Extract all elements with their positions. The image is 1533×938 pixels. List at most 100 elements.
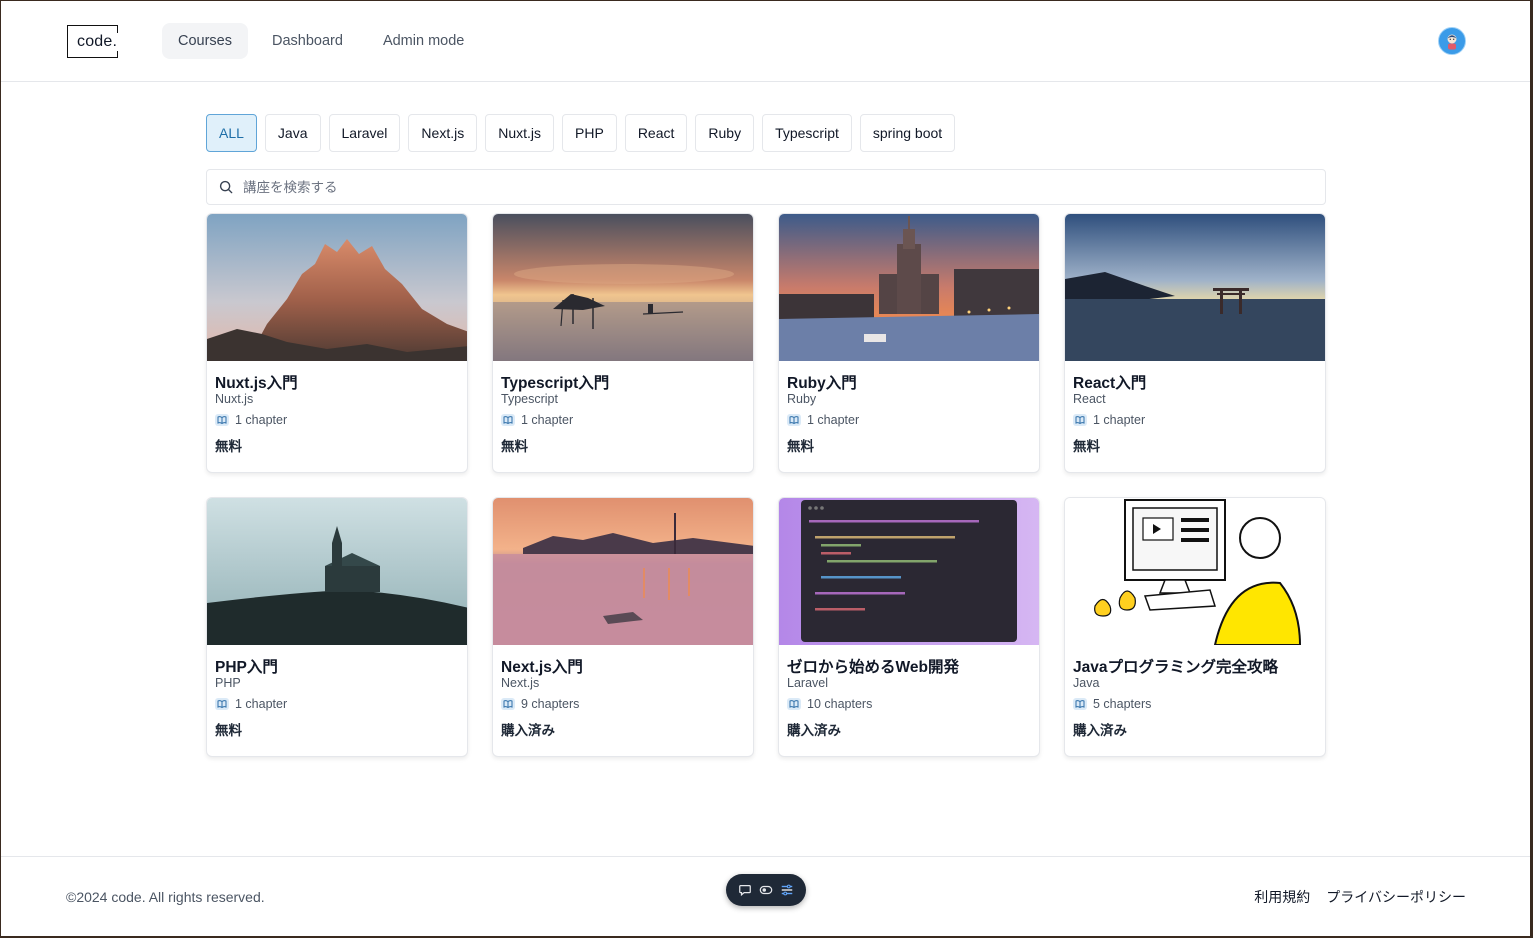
filter-java[interactable]: Java <box>264 114 321 152</box>
course-title: Javaプログラミング完全攻略 <box>1073 659 1278 676</box>
app-window: code. Courses Dashboard Admin mode ALL J… <box>1 1 1530 936</box>
course-card[interactable]: Javaプログラミング完全攻略 Java 5 chapters 購入済み <box>1064 497 1326 757</box>
toggle-icon[interactable] <box>759 883 773 897</box>
course-title: Ruby入門 <box>787 375 857 392</box>
course-price: 無料 <box>787 439 814 454</box>
search-icon <box>219 180 233 194</box>
filter-laravel[interactable]: Laravel <box>328 114 401 152</box>
course-title: Next.js入門 <box>501 659 583 676</box>
course-thumbnail-torii-sea <box>1065 214 1325 361</box>
course-category: Next.js <box>501 676 540 690</box>
nav-courses[interactable]: Courses <box>162 23 248 59</box>
filter-php[interactable]: PHP <box>562 114 617 152</box>
course-card[interactable]: React入門 React 1 chapter 無料 <box>1064 213 1326 473</box>
course-card-body: Typescript入門 Typescript 1 chapter 無料 <box>493 361 753 455</box>
course-category: Laravel <box>787 676 828 690</box>
book-icon <box>215 414 229 426</box>
search-input[interactable] <box>243 179 1243 195</box>
book-icon <box>1073 414 1087 426</box>
site-logo[interactable]: code. <box>67 24 119 58</box>
course-chapters: 10 chapters <box>787 694 1031 714</box>
book-icon <box>215 698 229 710</box>
chapter-count: 1 chapter <box>235 413 288 427</box>
course-card-body: ゼロから始めるWeb開発 Laravel 10 chapters 購入済み <box>779 645 1039 739</box>
course-price: 購入済み <box>1073 723 1127 738</box>
footer-links: 利用規約 プライバシーポリシー <box>1254 887 1466 907</box>
course-card-body: PHP入門 PHP 1 chapter 無料 <box>207 645 467 739</box>
course-grid: Nuxt.js入門 Nuxt.js 1 chapter 無料 Typescrip… <box>206 213 1327 757</box>
course-price: 購入済み <box>787 723 841 738</box>
nav-admin-mode[interactable]: Admin mode <box>367 23 480 59</box>
course-category: Nuxt.js <box>215 392 254 406</box>
course-card-body: Next.js入門 Next.js 9 chapters 購入済み <box>493 645 753 739</box>
course-category: React <box>1073 392 1106 406</box>
filter-nextjs[interactable]: Next.js <box>408 114 478 152</box>
filter-all[interactable]: ALL <box>206 114 257 152</box>
course-chapters: 1 chapter <box>215 410 459 430</box>
book-icon <box>787 698 801 710</box>
course-search-bar[interactable] <box>206 169 1326 205</box>
course-category: PHP <box>215 676 241 690</box>
course-thumbnail-pink-lake <box>493 498 753 645</box>
course-card[interactable]: ゼロから始めるWeb開発 Laravel 10 chapters 購入済み <box>778 497 1040 757</box>
logo-text: code. <box>77 32 119 51</box>
course-title: React入門 <box>1073 375 1147 392</box>
course-card[interactable]: PHP入門 PHP 1 chapter 無料 <box>206 497 468 757</box>
course-card[interactable]: Next.js入門 Next.js 9 chapters 購入済み <box>492 497 754 757</box>
user-avatar[interactable] <box>1438 27 1466 55</box>
filter-spring-boot[interactable]: spring boot <box>859 114 956 152</box>
privacy-policy-link[interactable]: プライバシーポリシー <box>1326 887 1466 907</box>
course-chapters: 1 chapter <box>501 410 745 430</box>
chat-bubble-icon[interactable] <box>738 883 752 897</box>
course-title: Typescript入門 <box>501 375 610 392</box>
course-card-body: Nuxt.js入門 Nuxt.js 1 chapter 無料 <box>207 361 467 455</box>
course-price: 購入済み <box>501 723 555 738</box>
course-chapters: 1 chapter <box>787 410 1031 430</box>
avatar-icon <box>1447 34 1457 50</box>
course-thumbnail-lake-sunset <box>493 214 753 361</box>
filter-typescript[interactable]: Typescript <box>762 114 852 152</box>
course-category: Java <box>1073 676 1100 690</box>
course-card-body: React入門 React 1 chapter 無料 <box>1065 361 1325 455</box>
course-chapters: 1 chapter <box>215 694 459 714</box>
settings-sliders-icon[interactable] <box>780 883 794 897</box>
chapter-count: 1 chapter <box>521 413 574 427</box>
course-title: PHP入門 <box>215 659 278 676</box>
chapter-count: 10 chapters <box>807 697 873 711</box>
category-filters: ALL Java Laravel Next.js Nuxt.js PHP Rea… <box>206 114 1327 152</box>
course-thumbnail-church-hill <box>207 498 467 645</box>
course-category: Ruby <box>787 392 817 406</box>
chapter-count: 1 chapter <box>235 697 288 711</box>
top-header: code. Courses Dashboard Admin mode <box>1 1 1530 82</box>
filter-react[interactable]: React <box>624 114 688 152</box>
course-thumbnail-mountain <box>207 214 467 361</box>
course-thumbnail-illustration <box>1065 498 1325 645</box>
dev-toolbar <box>726 874 806 906</box>
course-price: 無料 <box>1073 439 1100 454</box>
book-icon <box>787 414 801 426</box>
course-chapters: 9 chapters <box>501 694 745 714</box>
course-card[interactable]: Typescript入門 Typescript 1 chapter 無料 <box>492 213 754 473</box>
book-icon <box>1073 698 1087 710</box>
course-category: Typescript <box>501 392 558 406</box>
course-card-body: Javaプログラミング完全攻略 Java 5 chapters 購入済み <box>1065 645 1325 739</box>
course-price: 無料 <box>501 439 528 454</box>
terms-link[interactable]: 利用規約 <box>1254 887 1310 907</box>
course-card[interactable]: Ruby入門 Ruby 1 chapter 無料 <box>778 213 1040 473</box>
filter-ruby[interactable]: Ruby <box>695 114 755 152</box>
course-chapters: 5 chapters <box>1073 694 1317 714</box>
course-price: 無料 <box>215 439 242 454</box>
chapter-count: 1 chapter <box>807 413 860 427</box>
course-thumbnail-city-river <box>779 214 1039 361</box>
course-card[interactable]: Nuxt.js入門 Nuxt.js 1 chapter 無料 <box>206 213 468 473</box>
main-content: ALL Java Laravel Next.js Nuxt.js PHP Rea… <box>1 82 1327 757</box>
course-chapters: 1 chapter <box>1073 410 1317 430</box>
copyright-text: ©2024 code. All rights reserved. <box>66 889 265 905</box>
filter-nuxtjs[interactable]: Nuxt.js <box>485 114 555 152</box>
nav-dashboard[interactable]: Dashboard <box>256 23 359 59</box>
course-title: Nuxt.js入門 <box>215 375 298 392</box>
chapter-count: 9 chapters <box>521 697 580 711</box>
chapter-count: 1 chapter <box>1093 413 1146 427</box>
course-price: 無料 <box>215 723 242 738</box>
book-icon <box>501 414 515 426</box>
